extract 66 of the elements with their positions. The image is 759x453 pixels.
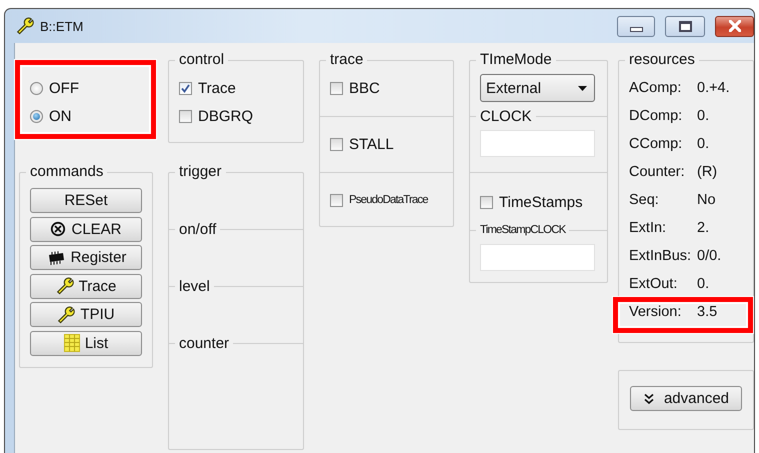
command-button[interactable]: List <box>30 330 142 356</box>
radio-label: OFF <box>49 80 79 96</box>
circle-x-icon <box>50 221 66 237</box>
group-title: trace <box>329 52 364 68</box>
close-button[interactable] <box>715 16 754 36</box>
resource-value: 0. <box>697 108 710 124</box>
checkbox[interactable] <box>179 82 192 94</box>
group-title: commands <box>29 164 104 180</box>
checkbox-label: Trace <box>198 80 236 96</box>
table-icon <box>64 334 80 352</box>
section-label: on/off <box>179 220 216 238</box>
command-button[interactable]: TPIU <box>30 302 142 327</box>
resource-value: No <box>697 192 716 208</box>
command-button[interactable]: Register <box>30 245 142 270</box>
resource-name: Version: <box>629 304 682 320</box>
wrench-icon <box>57 306 76 324</box>
double-chevron-icon <box>642 392 655 404</box>
resource-value: 0/0. <box>697 248 722 264</box>
checkbox-label: PseudoDataTrace <box>349 194 428 206</box>
radio-label: ON <box>49 108 72 124</box>
checkbox-label: BBC <box>349 80 380 96</box>
group-title: TImeMode <box>479 52 553 68</box>
group-title: resources <box>628 52 696 68</box>
resource-value: 3.5 <box>697 304 718 320</box>
caret-icon <box>578 86 587 90</box>
checkbox[interactable] <box>179 110 192 122</box>
resource-name: ExtIn: <box>629 220 668 236</box>
section-label: counter <box>179 334 230 352</box>
maximize-button[interactable] <box>665 16 705 36</box>
resource-name: DComp: <box>629 108 684 124</box>
group-title: control <box>178 52 226 68</box>
resource-name: ExtOut: <box>629 276 678 292</box>
resource-name: ExtInBus: <box>629 248 692 264</box>
checkbox[interactable] <box>330 138 343 151</box>
wrench-icon <box>16 17 34 35</box>
resource-name: Counter: <box>629 164 686 180</box>
command-button[interactable]: CLEAR <box>30 216 142 242</box>
command-button[interactable]: Trace <box>30 274 142 298</box>
input-field[interactable] <box>480 244 595 271</box>
checkbox-label: DBGRQ <box>198 108 254 124</box>
radio-button[interactable] <box>30 82 43 94</box>
command-button[interactable]: RESet <box>30 188 142 213</box>
resource-name: AComp: <box>629 80 682 96</box>
resource-name: Seq: <box>629 192 660 208</box>
resource-value: 0. <box>697 276 710 292</box>
radio-button[interactable] <box>30 110 43 122</box>
checkbox[interactable] <box>480 196 493 208</box>
window-title: B::ETM <box>40 18 84 34</box>
resource-value: 0. <box>697 136 710 152</box>
section-label: CLOCK <box>480 108 532 124</box>
resource-value: (R) <box>697 164 718 180</box>
checkbox-label: TimeStamps <box>499 194 583 210</box>
command-button[interactable]: advanced <box>630 386 742 411</box>
checkbox[interactable] <box>330 194 343 206</box>
group-title: trigger <box>178 164 223 180</box>
checkbox[interactable] <box>330 82 343 94</box>
checkbox-label: STALL <box>349 136 394 153</box>
resource-value: 0.+4. <box>697 80 730 96</box>
wrench-icon <box>56 277 74 295</box>
section-label: level <box>179 278 210 294</box>
resource-name: CComp: <box>629 136 684 152</box>
resource-value: 2. <box>697 220 710 236</box>
input-field[interactable] <box>480 130 595 157</box>
section-label: TimeStampCLOCK <box>480 224 566 236</box>
minimize-button[interactable] <box>617 16 655 36</box>
dropdown[interactable]: External <box>480 74 595 102</box>
